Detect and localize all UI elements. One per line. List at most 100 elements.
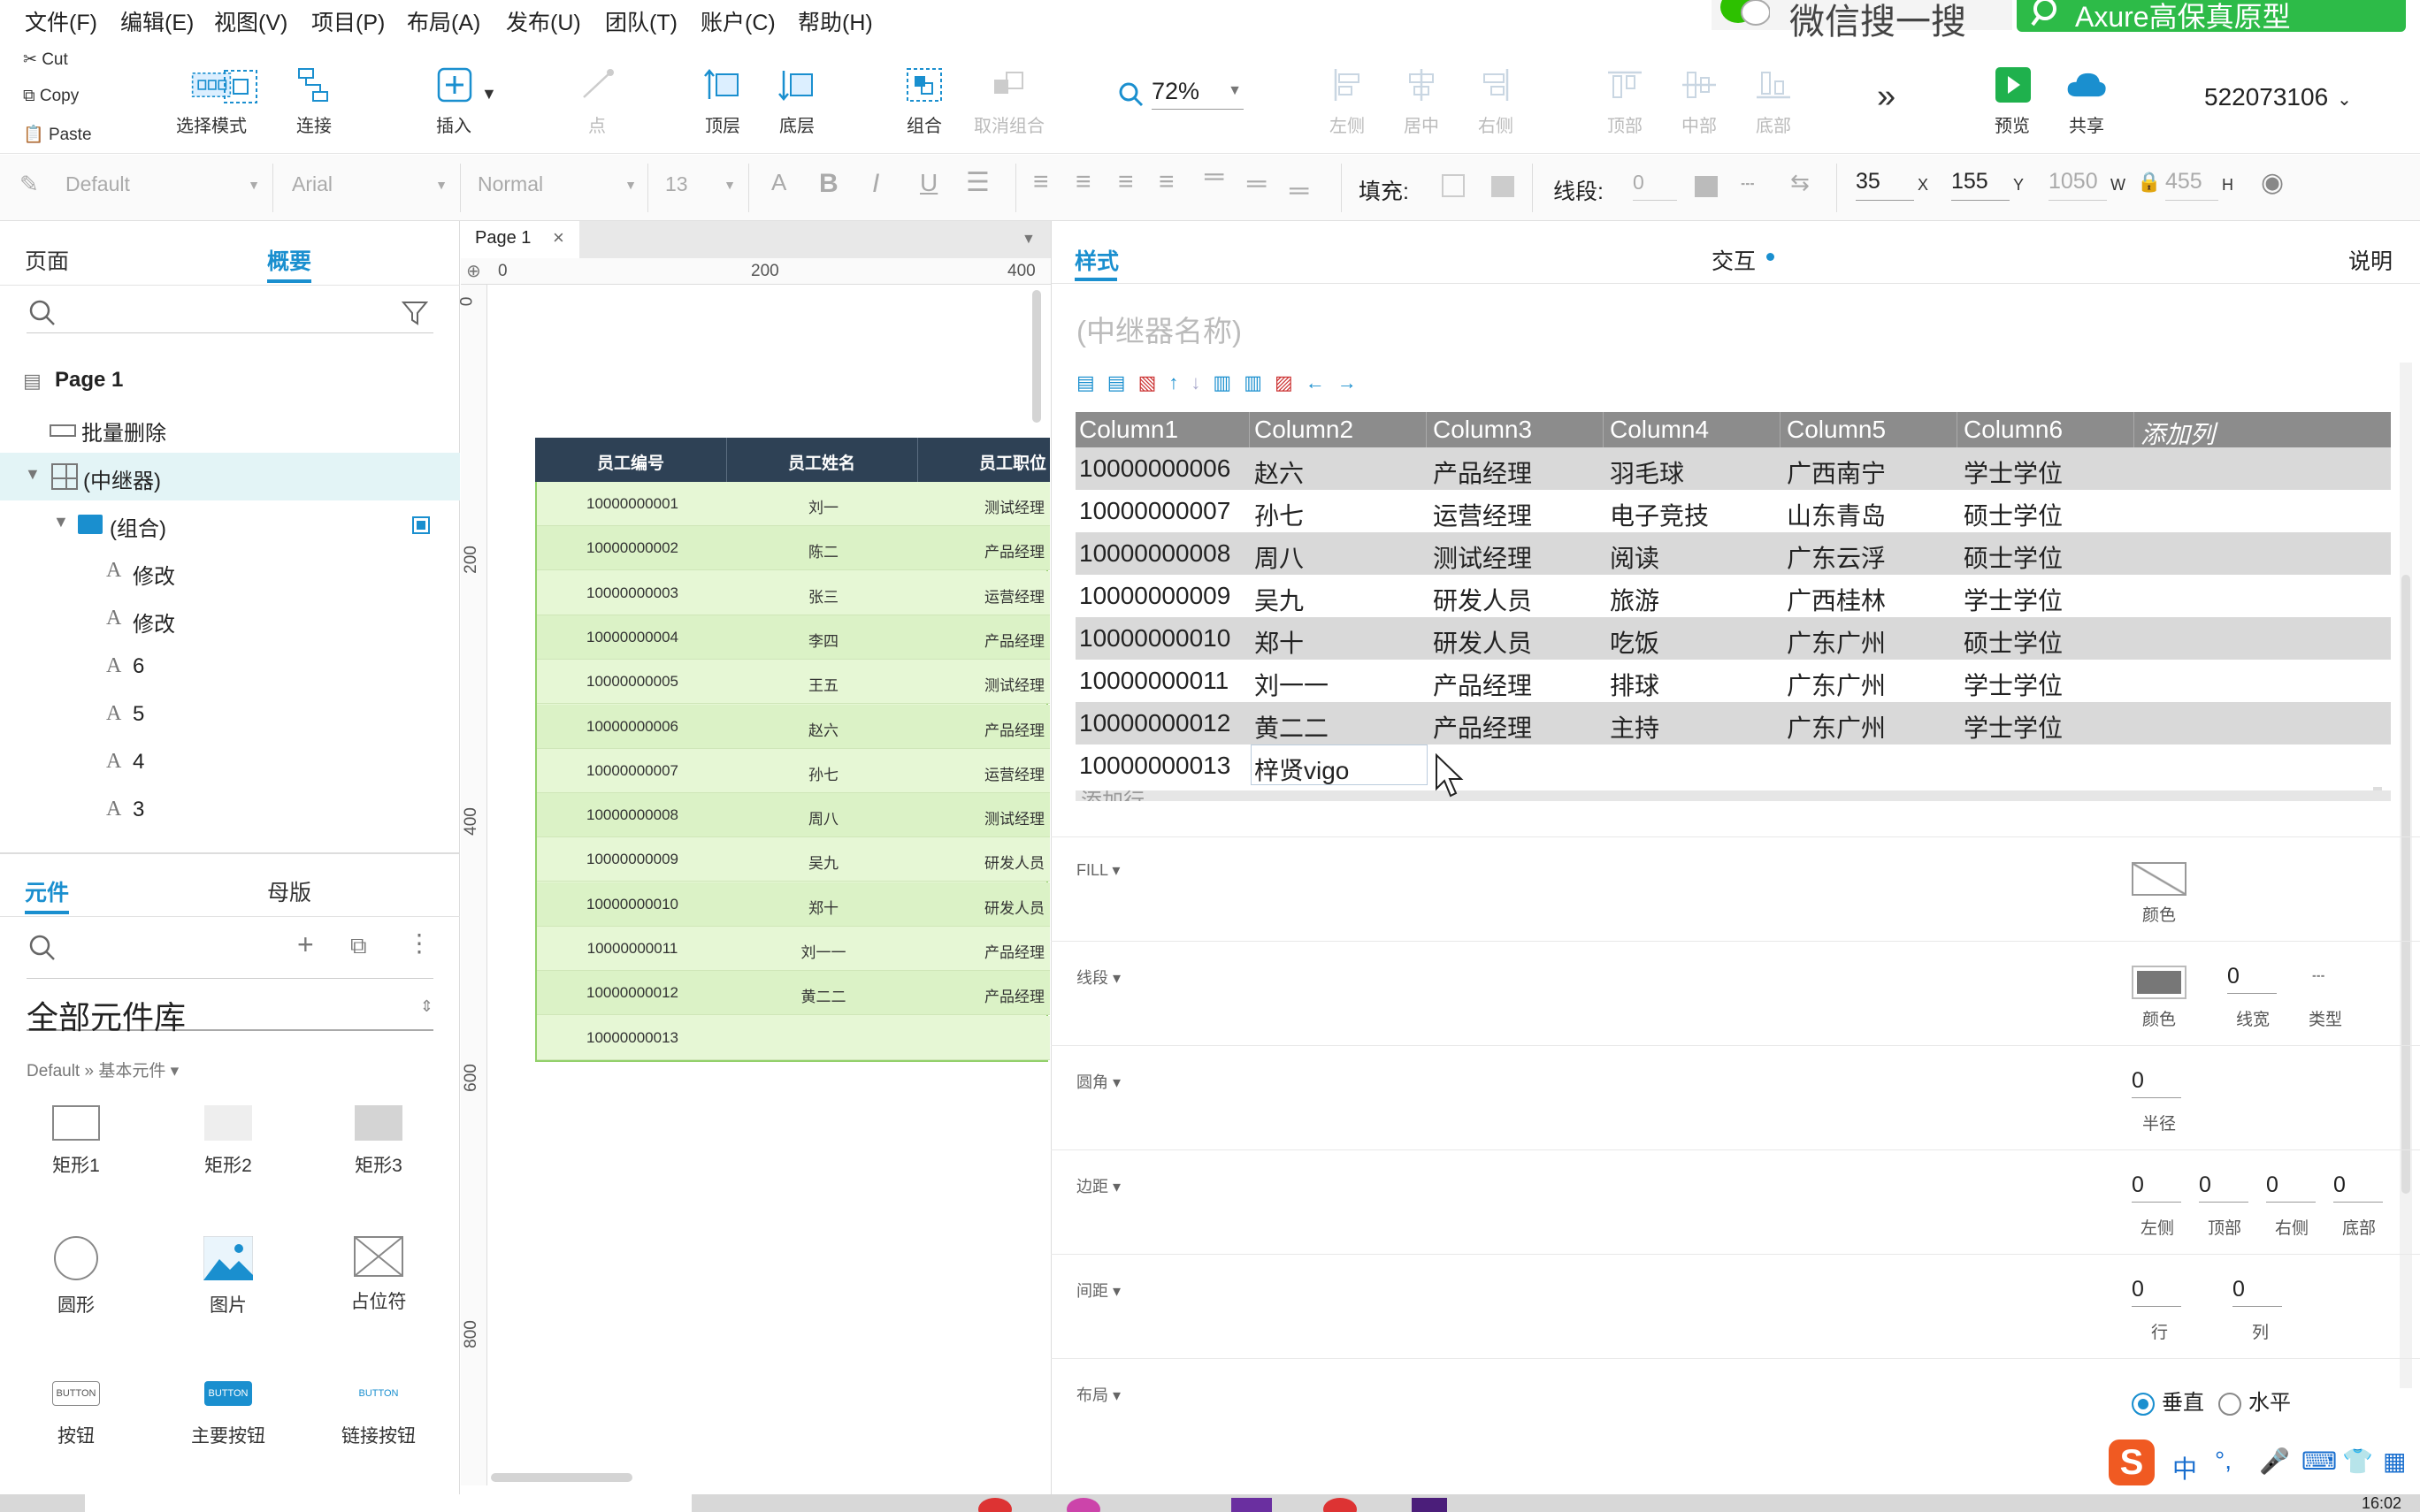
fill-section-title[interactable]: FILL ▾: [1076, 861, 1120, 880]
outline-item-text[interactable]: A4: [0, 739, 460, 787]
underline-icon[interactable]: U: [920, 169, 938, 197]
dataset-cell[interactable]: 10000000011: [1079, 667, 1229, 695]
dataset-cell[interactable]: 10000000007: [1079, 497, 1230, 525]
stroke-width-input[interactable]: 0: [2227, 964, 2277, 994]
point-button[interactable]: 点: [566, 67, 628, 137]
table-row[interactable]: 10000000001 刘一 测试经理: [537, 482, 1050, 526]
menu-project[interactable]: 项目(P): [311, 5, 385, 37]
chevron-down-icon[interactable]: ▼: [1022, 232, 1036, 248]
padding-left-input[interactable]: 0: [2132, 1172, 2181, 1203]
toolbox-icon[interactable]: ▦: [2383, 1447, 2406, 1476]
dataset-cell[interactable]: 学士学位: [1964, 667, 2063, 702]
menu-help[interactable]: 帮助(H): [798, 5, 873, 37]
widget-rect1[interactable]: 矩形1: [23, 1105, 129, 1178]
group-button[interactable]: 组合: [893, 67, 955, 137]
app-icon[interactable]: [978, 1498, 1012, 1512]
dataset-cell[interactable]: 吃饭: [1610, 624, 1659, 660]
repeater-widget[interactable]: 员工编号 员工姓名 员工职位 10000000001 刘一 测试经理 10000000…: [535, 438, 1050, 1062]
dataset-cell[interactable]: 学士学位: [1964, 582, 2063, 617]
dataset-cell[interactable]: 产品经理: [1433, 454, 1532, 490]
font-family-select[interactable]: Arial ▼: [292, 172, 448, 202]
stroke-color-swatch[interactable]: [2132, 966, 2186, 999]
x-input[interactable]: 35: [1856, 169, 1914, 201]
chevron-down-icon[interactable]: ▼: [25, 465, 41, 484]
dataset-cell[interactable]: 山东青岛: [1787, 497, 1886, 532]
column-header[interactable]: Column4: [1610, 416, 1709, 444]
dataset-cell[interactable]: 10000000008: [1079, 539, 1230, 568]
widget-rect3[interactable]: 矩形3: [325, 1105, 432, 1178]
wechat-search-overlay[interactable]: 微信搜一搜: [1712, 0, 2012, 42]
select-square-icon[interactable]: [412, 516, 430, 534]
cell-editor[interactable]: [1251, 745, 1428, 785]
canvas-hscrollbar[interactable]: [491, 1473, 632, 1482]
align-middle-button[interactable]: 中部: [1668, 67, 1730, 137]
dataset-cell[interactable]: 排球: [1610, 667, 1659, 702]
move-up-icon[interactable]: ↑: [1168, 371, 1191, 393]
dataset-cell[interactable]: 10000000010: [1079, 624, 1230, 653]
dataset-row[interactable]: 10000000012 黄二二 产品经理 主持 广东广州 学士学位: [1076, 702, 2391, 745]
align-right-button[interactable]: 右侧: [1465, 67, 1527, 137]
zoom-select[interactable]: 72% ▼: [1152, 78, 1244, 110]
keyboard-icon[interactable]: ⌨: [2301, 1447, 2337, 1476]
italic-icon[interactable]: I: [872, 169, 879, 199]
library-copy-icon[interactable]: ⧉: [350, 932, 367, 960]
dataset-cell[interactable]: 硕士学位: [1964, 497, 2063, 532]
panel-vscrollbar[interactable]: [2400, 363, 2412, 1388]
outline-item-text[interactable]: A 修改: [0, 548, 460, 596]
table-row[interactable]: 10000000006 赵六 产品经理: [537, 704, 1050, 749]
repeater-name-input[interactable]: (中继器名称): [1076, 308, 1242, 350]
layout-section-title[interactable]: 布局 ▾: [1076, 1383, 1121, 1406]
canvas-vscrollbar[interactable]: [1032, 290, 1041, 423]
font-weight-select[interactable]: Normal ▼: [478, 172, 637, 202]
outline-item-batch-delete[interactable]: 批量删除: [0, 405, 460, 453]
more-options-icon[interactable]: ⋮: [407, 928, 432, 958]
spacing-section-title[interactable]: 间距 ▾: [1076, 1279, 1121, 1302]
app-icon[interactable]: [1067, 1498, 1100, 1512]
fill-color-swatch[interactable]: [2132, 862, 2186, 896]
stroke-type-icon[interactable]: ┄: [2312, 964, 2324, 989]
add-library-icon[interactable]: +: [297, 928, 314, 961]
align-text-center-icon[interactable]: ≡: [1076, 167, 1091, 197]
dataset-cell[interactable]: 广西桂林: [1787, 582, 1886, 617]
cut-button[interactable]: ✂ Cut: [23, 50, 68, 70]
table-row[interactable]: 10000000010 郑十 研发人员: [537, 882, 1050, 927]
tab-widgets[interactable]: 元件: [25, 875, 69, 907]
connect-button[interactable]: 连接: [283, 67, 345, 137]
microphone-icon[interactable]: 🎤: [2259, 1447, 2290, 1476]
search-icon[interactable]: [28, 934, 57, 962]
add-col-left-icon[interactable]: ▥: [1213, 371, 1244, 393]
outline-item-page[interactable]: ▤ Page 1: [0, 357, 460, 405]
move-down-icon[interactable]: ↓: [1191, 371, 1213, 393]
align-text-left-icon[interactable]: ≡: [1033, 167, 1049, 197]
dataset-row[interactable]: 10000000006 赵六 产品经理 羽毛球 广西南宁 学士学位: [1076, 447, 2391, 490]
eye-icon[interactable]: ◉: [2261, 167, 2284, 198]
width-input[interactable]: 1050: [2049, 169, 2107, 201]
add-row-button[interactable]: 添加行: [1076, 787, 2391, 801]
dataset-cell[interactable]: 学士学位: [1964, 709, 2063, 745]
dataset-cell[interactable]: 研发人员: [1433, 624, 1532, 660]
app-icon[interactable]: [1231, 1498, 1272, 1512]
more-tools-icon[interactable]: »: [1877, 78, 1895, 116]
align-text-justify-icon[interactable]: ≡: [1159, 167, 1175, 197]
dataset-cell[interactable]: 黄二二: [1254, 709, 1329, 745]
dataset-cell[interactable]: 10000000006: [1079, 454, 1230, 483]
share-button[interactable]: 共享: [2056, 67, 2118, 137]
account-menu[interactable]: 522073106 ⌄: [2204, 83, 2352, 111]
dataset-cell[interactable]: 孙七: [1254, 497, 1304, 532]
chevron-down-icon[interactable]: ▼: [53, 513, 69, 531]
library-select[interactable]: 全部元件库 ⇕: [27, 992, 433, 1035]
ungroup-button[interactable]: 取消组合: [969, 67, 1049, 137]
tab-interactions[interactable]: 交互: [1712, 244, 1756, 276]
table-row[interactable]: 10000000009 吴九 研发人员: [537, 837, 1050, 882]
send-to-bottom-button[interactable]: 底层: [766, 67, 828, 137]
dataset-cell[interactable]: 广东广州: [1787, 624, 1886, 660]
dataset-cell[interactable]: 广东广州: [1787, 709, 1886, 745]
filter-icon[interactable]: [402, 301, 430, 327]
sogou-search-bar[interactable]: Axure高保真原型: [2017, 0, 2406, 33]
widget-rect2[interactable]: 矩形2: [175, 1105, 281, 1178]
ime-mode[interactable]: 中: [2172, 1450, 2197, 1485]
table-row[interactable]: 10000000007 孙七 运营经理: [537, 748, 1050, 793]
table-row[interactable]: 10000000005 王五 测试经理: [537, 660, 1050, 705]
dataset-row[interactable]: 10000000009 吴九 研发人员 旅游 广西桂林 学士学位: [1076, 575, 2391, 617]
dataset-cell[interactable]: 主持: [1610, 709, 1659, 745]
